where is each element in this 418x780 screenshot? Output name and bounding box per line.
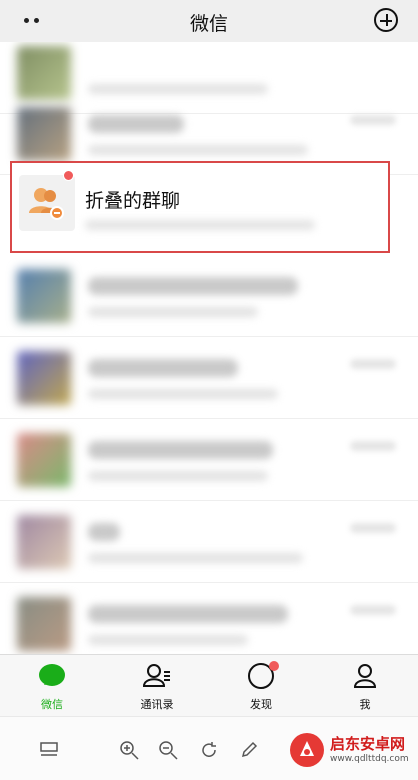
rotate-icon[interactable] [198,739,220,761]
image-editor-toolbar: 启东安卓网 www.qdlttdq.com [0,716,418,780]
chat-name [88,359,238,377]
avatar [17,433,71,487]
folded-group-avatar [19,175,75,231]
chat-time [350,115,396,125]
pencil-icon[interactable] [238,739,260,761]
person-icon [353,664,377,688]
watermark-text: 启东安卓网 [330,735,406,753]
chat-name [88,115,184,133]
avatar [17,269,71,323]
chat-name [88,277,298,295]
avatar [17,515,71,569]
chat-preview [88,553,303,563]
layout-icon[interactable] [38,739,60,761]
chat-name [88,523,120,541]
chat-name [88,441,273,459]
folded-group-chat-row[interactable]: 折叠的群聊 [10,161,390,253]
tab-chats-label: 微信 [41,698,63,711]
chat-time [350,605,396,615]
chat-time [350,523,396,533]
avatar [17,46,71,100]
folded-group-preview [85,220,315,230]
chat-row[interactable] [0,501,418,583]
chat-list: 折叠的群聊 [0,42,418,654]
watermark-logo-icon [290,733,324,767]
avatar [17,107,71,161]
chat-preview [88,145,308,155]
add-icon[interactable] [374,8,398,32]
chat-preview [88,635,248,645]
zoom-in-icon[interactable] [118,739,140,761]
tab-contacts[interactable]: 通讯录 [117,661,197,712]
chat-name [88,605,288,623]
tab-contacts-label: 通讯录 [140,698,174,711]
bottom-tab-bar: 微信 通讯录 发现 我 [0,654,418,716]
chat-row[interactable] [0,419,418,501]
chat-preview [88,389,278,399]
chat-time [350,441,396,451]
chat-row[interactable] [0,337,418,419]
chat-time [350,359,396,369]
contacts-icon [142,664,170,687]
chat-row[interactable] [0,583,418,654]
avatar [17,597,71,651]
tab-discover-label: 发现 [250,698,272,711]
tab-discover[interactable]: 发现 [221,661,301,712]
chat-preview [88,307,258,317]
chat-row[interactable] [0,255,418,337]
folded-group-title: 折叠的群聊 [85,190,181,212]
tab-me[interactable]: 我 [325,661,405,712]
chat-preview [88,471,268,481]
chat-icon [39,664,65,686]
avatar [17,351,71,405]
watermark: 启东安卓网 www.qdlttdq.com [288,729,409,773]
tab-chats[interactable]: 微信 [12,661,92,712]
folded-group-icon [29,188,64,220]
zoom-out-icon[interactable] [157,739,179,761]
watermark-url: www.qdlttdq.com [330,754,409,764]
discover-badge [269,661,279,671]
tab-me-label: 我 [359,698,371,711]
unread-badge [63,170,74,181]
top-header: 微信 [0,0,418,42]
page-title: 微信 [189,13,228,35]
